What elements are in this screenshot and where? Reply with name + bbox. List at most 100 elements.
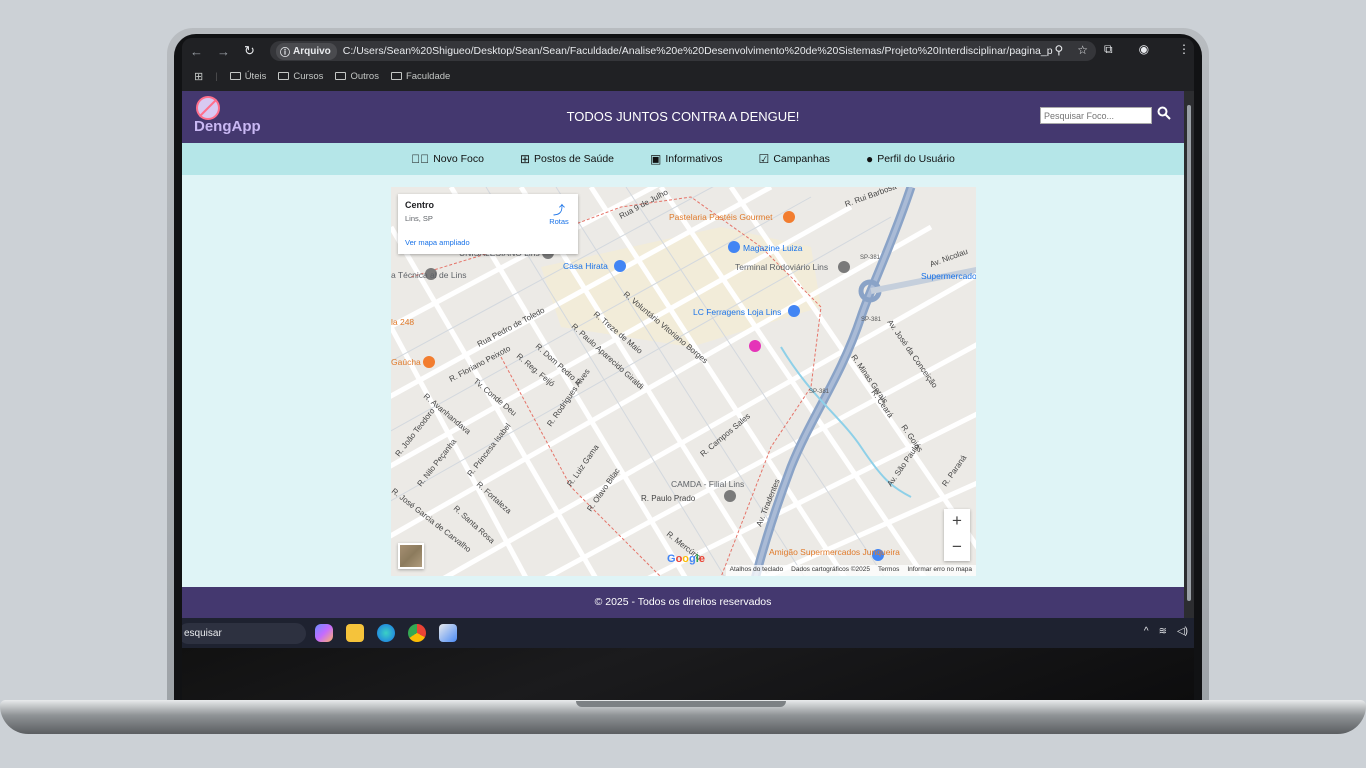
folder-icon — [390, 72, 402, 80]
user-icon: ● — [865, 152, 874, 166]
directions-icon: ⤴ — [552, 203, 565, 217]
map-label: Magazine Luiza — [743, 243, 803, 253]
scroll-thumb[interactable] — [1187, 105, 1191, 601]
report-error-link[interactable]: Informar erro no mapa — [907, 566, 972, 575]
map-label: Casa Hirata — [563, 261, 608, 271]
profile-icon[interactable]: ◉ — [1139, 42, 1149, 57]
bezel-bottom — [182, 648, 1194, 700]
nav-perfil-do-usuario[interactable]: ● Perfil do Usuário — [866, 153, 955, 165]
snipping-tool-icon[interactable] — [439, 624, 457, 642]
nav-postos-de-saude[interactable]: ⊞ Postos de Saúde — [520, 153, 614, 165]
taskbar: esquisar ^ ≋ ◁) — [182, 618, 1194, 648]
bookmark-faculdade[interactable]: Faculdade — [390, 70, 451, 82]
nav-label: Novo Foco — [433, 153, 484, 165]
medkit-icon: ▣ — [650, 152, 662, 166]
satellite-layer-button[interactable] — [398, 543, 424, 569]
map-label: Gaúcha — [391, 357, 421, 367]
bookmarks-bar: ⊞ | Úteis Cursos Outros Faculdade — [182, 64, 1194, 88]
directions-label: Rotas — [549, 217, 569, 226]
bus-terminal-pin-icon[interactable] — [838, 261, 850, 273]
map-label: Supermercado Lins P — [921, 271, 976, 281]
store-pin-icon[interactable] — [724, 490, 736, 502]
web-page: DengApp TODOS JUNTOS CONTRA A DENGUE! ✓⃝… — [182, 91, 1184, 618]
reload-icon[interactable]: ↻ — [244, 43, 255, 59]
taskbar-search[interactable]: esquisar — [182, 623, 306, 644]
file-explorer-icon[interactable] — [346, 624, 364, 642]
laptop-notch — [576, 701, 786, 707]
map-label: Amigão Supermercados Junqueira — [769, 547, 900, 557]
view-larger-map-link[interactable]: Ver mapa ampliado — [405, 238, 470, 247]
calendar-check-icon: ☑ — [758, 152, 770, 166]
bookmark-uteis[interactable]: Úteis — [229, 70, 267, 82]
medical-plus-icon: ⊞ — [519, 152, 531, 166]
menu-icon[interactable]: ⋮ — [1178, 42, 1190, 56]
nav-label: Campanhas — [773, 153, 830, 165]
shopping-pin-icon[interactable] — [614, 260, 626, 272]
search-input[interactable] — [1040, 107, 1152, 124]
site-info-chip[interactable]: ⓘ Arquivo — [276, 42, 337, 60]
copilot-icon[interactable] — [315, 624, 333, 642]
highway-shield: SP-381 — [809, 389, 830, 395]
nav-label: Postos de Saúde — [534, 153, 615, 165]
bookmark-label: Cursos — [293, 70, 324, 82]
bookmark-cursos[interactable]: Cursos — [278, 71, 323, 82]
folder-icon — [229, 72, 241, 80]
bookmark-star-icon[interactable]: ☆ — [1077, 43, 1088, 57]
page-scrollbar[interactable] — [1184, 91, 1194, 618]
chip-label: Arquivo — [293, 45, 331, 57]
street-label: R. Paulo Prado — [641, 494, 696, 503]
bookmark-label: Faculdade — [405, 70, 451, 82]
google-logo: Google — [667, 553, 705, 565]
site-header: DengApp TODOS JUNTOS CONTRA A DENGUE! — [182, 91, 1184, 143]
search-icon[interactable] — [1157, 106, 1171, 120]
nav-informativos[interactable]: ▣ Informativos — [650, 153, 723, 165]
system-tray: ^ ≋ ◁) — [1144, 626, 1188, 637]
bookmark-label: Úteis — [244, 70, 267, 82]
shopping-pin-icon[interactable] — [728, 241, 740, 253]
bookmark-outros[interactable]: Outros — [335, 71, 379, 82]
restaurant-pin-icon[interactable] — [423, 356, 435, 368]
forward-icon[interactable]: → — [217, 44, 230, 59]
bookmark-label: Outros — [350, 70, 379, 82]
page-title: TODOS JUNTOS CONTRA A DENGUE! — [566, 109, 800, 124]
map-label: LC Ferragens Loja Lins — [693, 307, 781, 317]
wifi-icon[interactable]: ≋ — [1159, 626, 1167, 637]
terms-link[interactable]: Termos — [878, 566, 899, 575]
map-embed[interactable]: Pastelaria Pastéis Gourmet Magazine Luiz… — [391, 187, 976, 576]
folder-icon — [278, 72, 290, 80]
restaurant-pin-icon[interactable] — [783, 211, 795, 223]
url-text[interactable]: C:/Users/Sean%20Shigueo/Desktop/Sean/Sea… — [343, 45, 1053, 57]
apps-icon[interactable]: ⊞ — [194, 70, 203, 83]
highway-shield: SP-381 — [860, 255, 881, 261]
nav-novo-foco[interactable]: ✓⃝ Novo Foco — [411, 153, 484, 165]
address-bar[interactable]: ⓘ Arquivo C:/Users/Sean%20Shigueo/Deskto… — [270, 41, 1096, 61]
keyboard-shortcuts-link[interactable]: Atalhos do teclado — [730, 566, 783, 575]
zoom-icon[interactable]: ⚲ — [1054, 43, 1063, 57]
chrome-icon[interactable] — [408, 624, 426, 642]
nav-label: Informativos — [665, 153, 723, 165]
shopping-pin-icon[interactable] — [788, 305, 800, 317]
folder-icon — [335, 72, 347, 80]
place-subtitle: Lins, SP — [405, 214, 433, 223]
zoom-in-button[interactable]: + — [944, 509, 970, 535]
volume-icon[interactable]: ◁) — [1177, 626, 1188, 637]
place-info-card: Centro Lins, SP Ver mapa ampliado ⤴ Rota… — [398, 194, 578, 254]
zoom-controls: + − — [944, 509, 970, 561]
nav-campanhas[interactable]: ☑ Campanhas — [759, 153, 830, 165]
chevron-up-icon[interactable]: ^ — [1144, 626, 1149, 637]
site-footer: © 2025 - Todos os direitos reservados — [182, 587, 1184, 618]
check-circle-plus-icon: ✓⃝ — [411, 152, 430, 166]
place-title: Centro — [405, 200, 434, 210]
main-nav: ✓⃝ Novo Foco ⊞ Postos de Saúde ▣ Informa… — [182, 143, 1184, 175]
edge-icon[interactable] — [377, 624, 395, 642]
hotel-pin-icon[interactable] — [749, 340, 761, 352]
extensions-icon[interactable]: ⧉ — [1104, 42, 1113, 57]
map-label: Pastelaria Pastéis Gourmet — [669, 212, 773, 222]
zoom-out-button[interactable]: − — [944, 535, 970, 561]
map-attribution: Atalhos do teclado Dados cartográficos ©… — [725, 565, 976, 576]
map-label: Terminal Rodoviário Lins — [735, 262, 828, 272]
directions-button[interactable]: ⤴ Rotas — [546, 203, 572, 226]
back-icon[interactable]: ← — [190, 44, 203, 59]
map-label: la 248 — [391, 317, 414, 327]
map-data-text: Dados cartográficos ©2025 — [791, 566, 871, 573]
